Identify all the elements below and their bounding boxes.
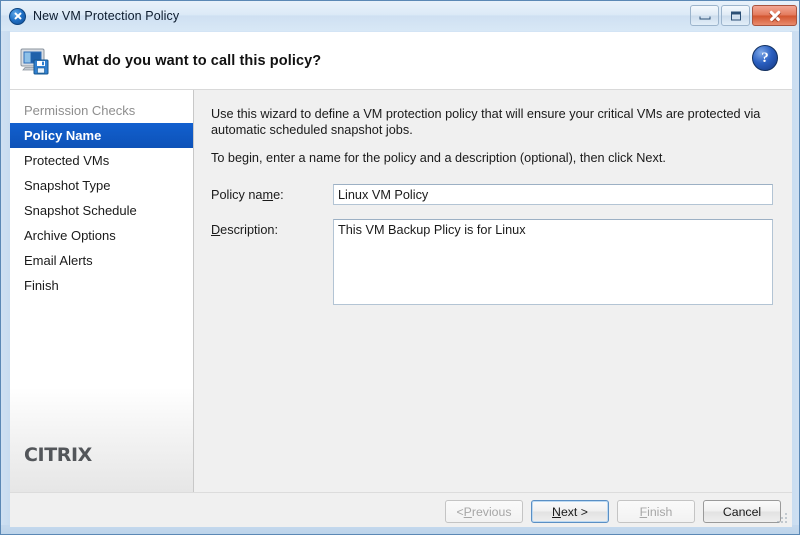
policy-name-label-accel: m — [262, 188, 274, 202]
page-title: What do you want to call this policy? — [63, 52, 322, 69]
sidebar-item-snapshot-schedule[interactable]: Snapshot Schedule — [10, 198, 193, 223]
close-icon — [768, 9, 781, 22]
sidebar-item-policy-name[interactable]: Policy Name — [10, 123, 193, 148]
description-row: Description: — [211, 219, 774, 305]
previous-accel: P — [463, 504, 472, 519]
next-button[interactable]: Next > — [531, 500, 609, 523]
next-accel: N — [552, 504, 561, 519]
monitor-save-icon — [19, 45, 51, 77]
xen-circle-x-icon — [9, 7, 26, 25]
citrix-logo: CITRIX — [10, 444, 193, 492]
maximize-button[interactable] — [721, 5, 750, 26]
sidebar-item-protected-vms[interactable]: Protected VMs — [10, 148, 193, 173]
cancel-after: Cancel — [722, 504, 762, 519]
wizard-footer: < Previous Next > Finish Cancel — [10, 492, 792, 527]
cancel-button[interactable]: Cancel — [703, 500, 781, 523]
description-label: Description: — [211, 219, 333, 237]
wizard-body: Permission Checks Policy Name Protected … — [10, 90, 792, 492]
previous-after: revious — [471, 504, 512, 519]
window-title: New VM Protection Policy — [33, 9, 180, 23]
wizard-step-list: Permission Checks Policy Name Protected … — [10, 90, 194, 492]
wizard-header: What do you want to call this policy? ? — [10, 32, 792, 90]
description-label-after: escription: — [220, 223, 278, 237]
wizard-window: New VM Protection Policy What do you wan… — [0, 0, 800, 535]
policy-name-label: Policy name: — [211, 184, 333, 202]
previous-button[interactable]: < Previous — [445, 500, 523, 523]
policy-name-row: Policy name: — [211, 184, 774, 205]
intro-paragraph-2: To begin, enter a name for the policy an… — [211, 151, 666, 165]
window-left-edge — [1, 31, 10, 528]
citrix-logo-text: CITRIX — [24, 444, 92, 466]
minimize-icon — [699, 16, 710, 20]
sidebar-item-permission-checks[interactable]: Permission Checks — [10, 98, 193, 123]
help-icon[interactable]: ? — [752, 45, 778, 71]
resize-grip-icon[interactable] — [777, 513, 788, 524]
finish-after: inish — [647, 504, 673, 519]
previous-before: < — [456, 504, 464, 519]
intro-paragraph-1: Use this wizard to define a VM protectio… — [211, 107, 761, 137]
wizard-content: Use this wizard to define a VM protectio… — [194, 90, 792, 492]
sidebar-item-finish[interactable]: Finish — [10, 273, 193, 298]
maximize-icon — [730, 11, 741, 20]
description-textarea[interactable] — [333, 219, 773, 305]
description-label-accel: D — [211, 223, 221, 237]
sidebar-item-archive-options[interactable]: Archive Options — [10, 223, 193, 248]
finish-button[interactable]: Finish — [617, 500, 695, 523]
title-bar: New VM Protection Policy — [1, 1, 799, 31]
next-after: ext > — [560, 504, 588, 519]
minimize-button[interactable] — [690, 5, 719, 26]
sidebar-item-email-alerts[interactable]: Email Alerts — [10, 248, 193, 273]
policy-name-label-after: e: — [273, 188, 284, 202]
finish-accel: F — [639, 504, 648, 519]
close-button[interactable] — [752, 5, 797, 26]
sidebar-item-snapshot-type[interactable]: Snapshot Type — [10, 173, 193, 198]
wizard-button-row: < Previous Next > Finish Cancel — [445, 500, 781, 523]
policy-name-label-before: Policy na — [211, 188, 263, 202]
policy-name-input[interactable] — [333, 184, 773, 205]
window-controls — [690, 5, 797, 26]
